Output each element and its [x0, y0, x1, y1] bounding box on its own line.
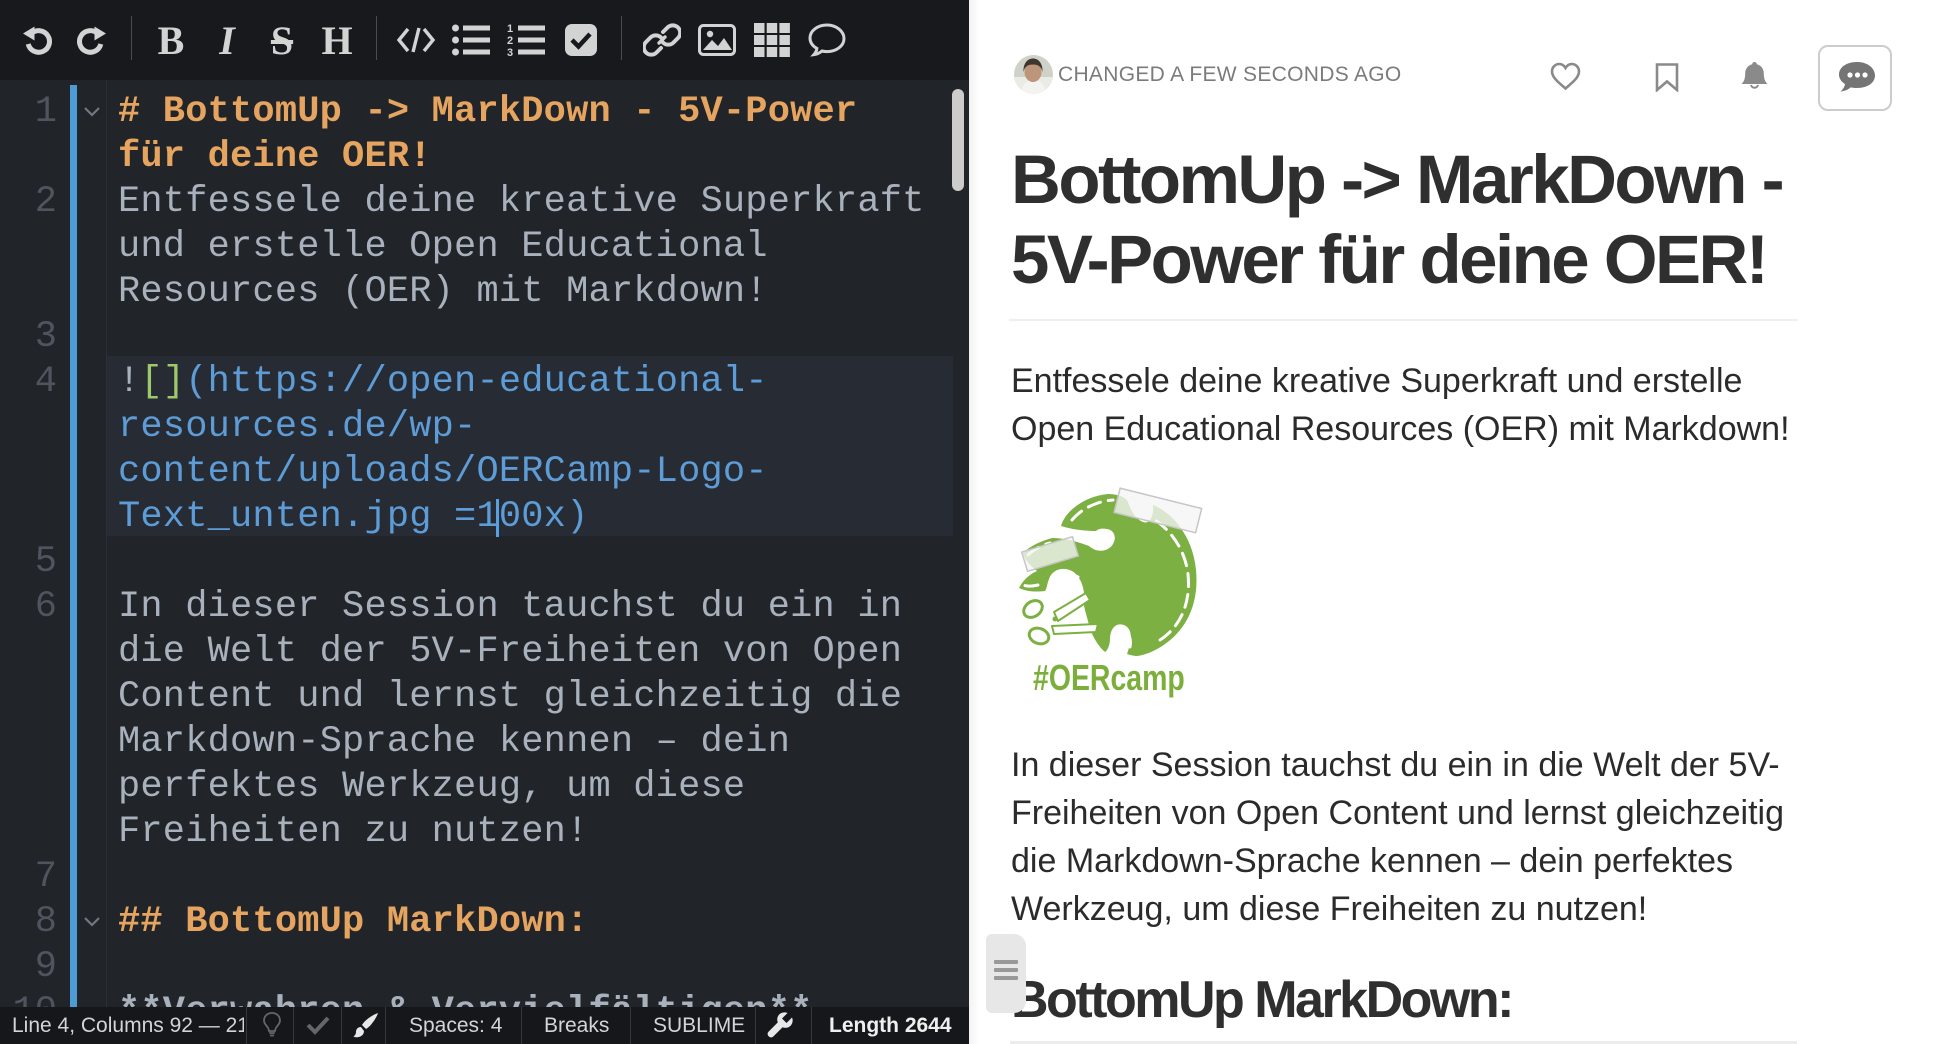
svg-text:2: 2 [507, 35, 513, 47]
svg-text:1: 1 [507, 23, 513, 35]
svg-text:3: 3 [507, 47, 513, 57]
